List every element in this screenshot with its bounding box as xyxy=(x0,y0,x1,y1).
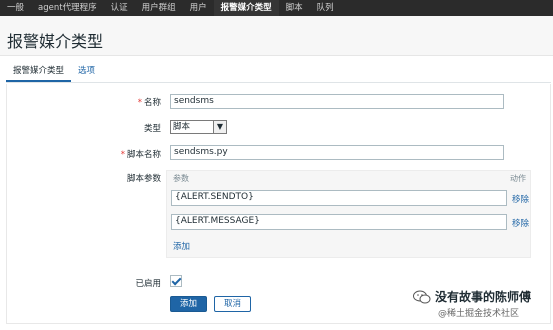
param-input-1[interactable]: {ALERT.SENDTO} xyxy=(171,190,507,206)
script-name-label: * 脚本名称 xyxy=(100,148,161,160)
nav-item-users[interactable]: 用户 xyxy=(183,0,214,16)
tab-divider xyxy=(6,82,551,83)
enabled-label: 已启用 xyxy=(135,279,161,289)
params-column-header: 参数 xyxy=(173,174,189,183)
nav-item-agent-proxy[interactable]: agent代理程序 xyxy=(31,0,104,16)
script-name-label-text: 脚本名称 xyxy=(126,150,161,160)
nav-item-authentication[interactable]: 认证 xyxy=(104,0,135,16)
name-label-text: 名称 xyxy=(143,98,161,108)
add-button[interactable]: 添加 xyxy=(170,296,207,312)
nav-item-scripts[interactable]: 脚本 xyxy=(279,0,310,16)
tab-options[interactable]: 选项 xyxy=(71,60,102,82)
script-name-field[interactable]: sendsms.py xyxy=(170,145,504,160)
nav-item-media-types[interactable]: 报警媒介类型 xyxy=(213,0,279,16)
top-navigation: 一般 agent代理程序 认证 用户群组 用户 报警媒介类型 脚本 队列 xyxy=(0,0,553,16)
tab-media-type[interactable]: 报警媒介类型 xyxy=(6,60,72,82)
watermark-subtitle: @稀土掘金技术社区 xyxy=(438,309,520,319)
nav-item-queue[interactable]: 队列 xyxy=(310,0,341,16)
page-title: 报警媒介类型 xyxy=(7,32,104,51)
watermark: 没有故事的陈师傅 xyxy=(413,288,531,305)
name-label: * 名称 xyxy=(100,96,161,108)
remove-param-2-link[interactable]: 移除 xyxy=(512,217,529,229)
required-marker: * xyxy=(137,98,142,108)
name-field[interactable]: sendsms xyxy=(170,94,504,109)
tab-bar: 报警媒介类型 选项 xyxy=(6,60,102,82)
enabled-checkbox[interactable] xyxy=(170,275,182,287)
nav-item-general[interactable]: 一般 xyxy=(0,0,31,16)
add-param-link[interactable]: 添加 xyxy=(173,240,190,252)
wechat-icon xyxy=(413,290,431,304)
watermark-title: 没有故事的陈师傅 xyxy=(435,290,532,304)
chevron-down-icon[interactable]: ▼ xyxy=(213,121,226,133)
script-params-label: 脚本参数 xyxy=(126,174,161,184)
nav-item-user-groups[interactable]: 用户群组 xyxy=(135,0,183,16)
required-marker: * xyxy=(120,150,125,160)
remove-param-1-link[interactable]: 移除 xyxy=(512,193,529,205)
param-input-2[interactable]: {ALERT.MESSAGE} xyxy=(171,214,507,230)
type-select[interactable]: 脚本 ▼ xyxy=(170,120,227,134)
type-label: 类型 xyxy=(143,124,161,134)
type-select-value: 脚本 xyxy=(173,122,191,132)
cancel-button[interactable]: 取消 xyxy=(214,296,251,312)
action-column-header: 动作 xyxy=(510,174,526,183)
